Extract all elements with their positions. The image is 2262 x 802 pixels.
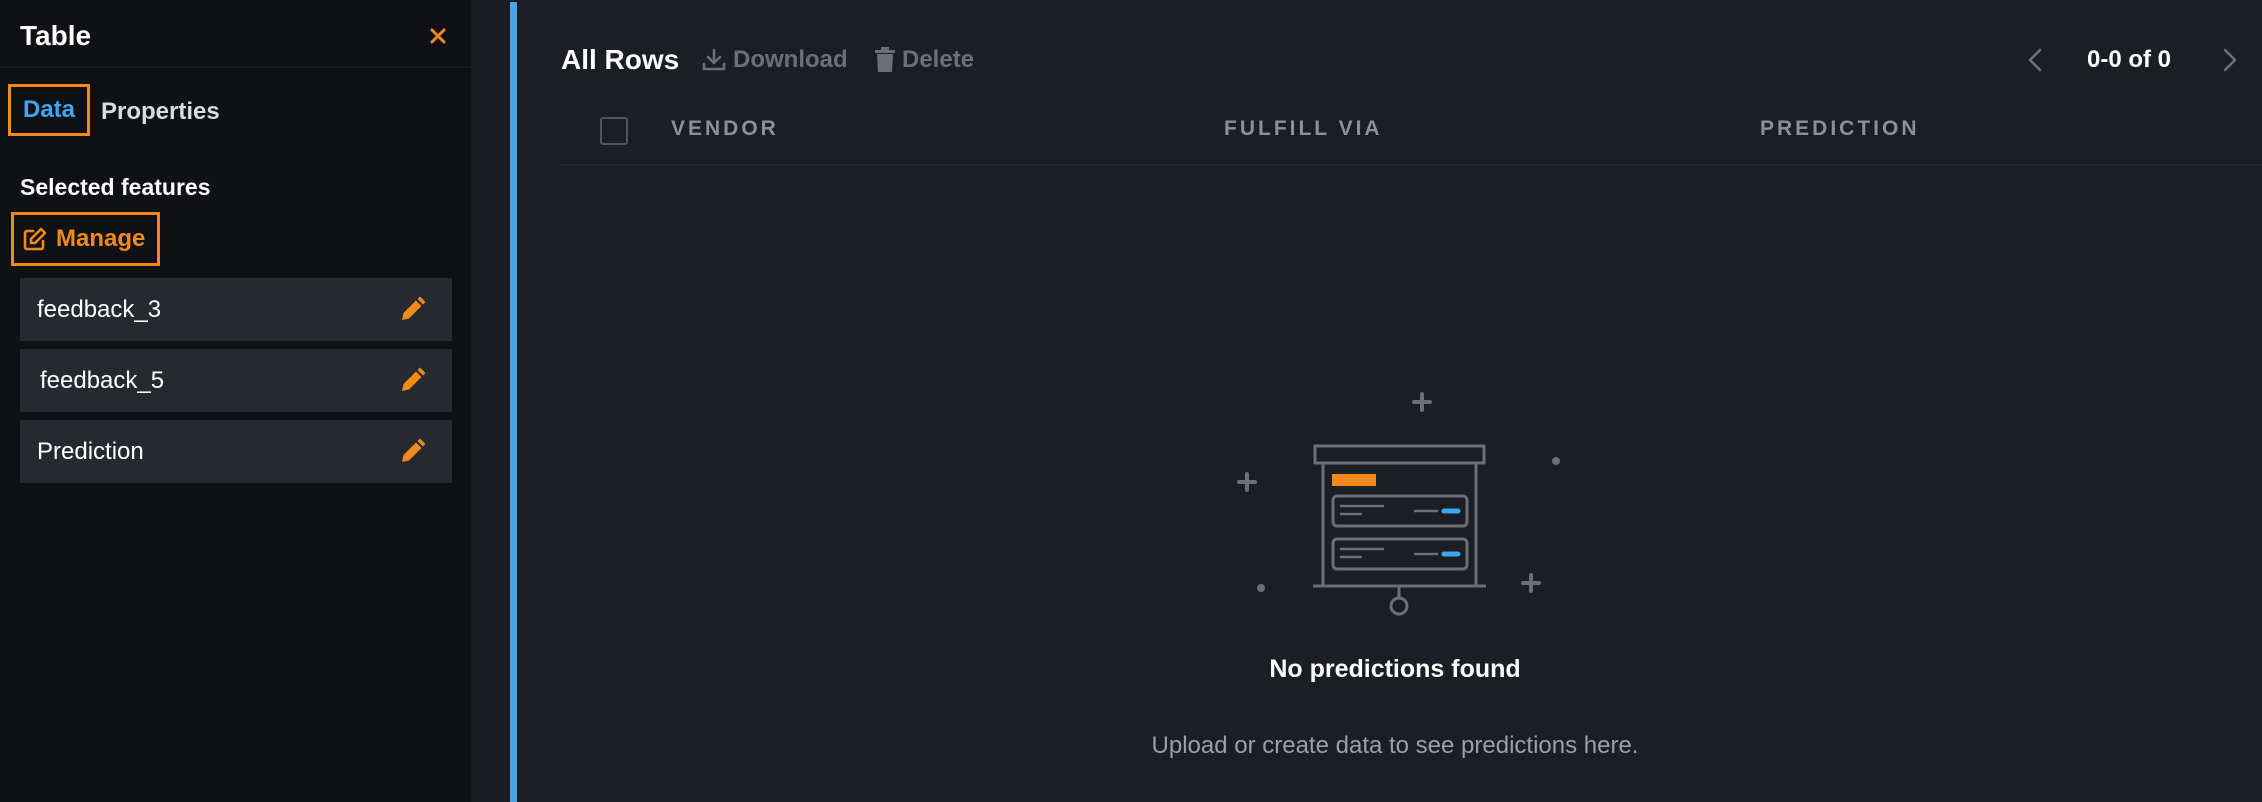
delete-label: Delete — [902, 46, 975, 73]
page-title: All Rows — [561, 44, 680, 75]
chevron-left-icon[interactable] — [2024, 46, 2048, 74]
sidebar-panel: Table Data Properties Selected features … — [0, 0, 473, 802]
download-label: Download — [733, 46, 848, 73]
chevron-right-icon[interactable] — [2217, 46, 2241, 74]
download-icon — [702, 48, 726, 71]
empty-state-subtitle: Upload or create data to see predictions… — [1151, 732, 1639, 759]
tab-properties[interactable]: Properties — [101, 98, 220, 126]
tab-data[interactable]: Data — [8, 84, 90, 136]
feature-item[interactable]: feedback_3 — [20, 278, 452, 341]
tab-data-label: Data — [22, 96, 76, 123]
column-header-prediction[interactable]: PREDICTION — [1760, 117, 1920, 141]
panel-gap — [473, 0, 510, 802]
edit-square-icon — [23, 227, 47, 251]
sidebar-header: Table — [0, 0, 471, 68]
pagination-status: 0-0 of 0 — [2087, 46, 2172, 73]
pencil-icon[interactable] — [397, 437, 427, 467]
pencil-icon[interactable] — [397, 366, 427, 396]
column-header-fulfill-via[interactable]: FULFILL VIA — [1224, 117, 1383, 141]
manage-label: Manage — [56, 225, 146, 252]
feature-item[interactable]: feedback_5 — [20, 349, 452, 412]
empty-predictions-illustration — [1237, 392, 1560, 616]
feature-label: Prediction — [37, 437, 144, 465]
trash-icon — [875, 47, 895, 72]
feature-label: feedback_3 — [37, 295, 162, 323]
column-header-vendor[interactable]: VENDOR — [671, 117, 779, 141]
selected-features-heading: Selected features — [20, 174, 211, 200]
delete-button[interactable]: Delete — [874, 46, 974, 74]
tab-properties-label: Properties — [101, 98, 220, 125]
close-icon[interactable] — [424, 22, 452, 50]
download-button[interactable]: Download — [701, 46, 848, 74]
pencil-icon[interactable] — [397, 295, 427, 325]
empty-state-title: No predictions found — [1269, 655, 1521, 683]
manage-button[interactable]: Manage — [11, 212, 160, 266]
feature-label: feedback_5 — [40, 366, 165, 394]
sidebar-title: Table — [20, 20, 92, 51]
table-header: VENDOR FULFILL VIA PREDICTION — [560, 104, 2262, 166]
feature-item[interactable]: Prediction — [20, 420, 452, 483]
select-all-checkbox[interactable] — [600, 117, 628, 145]
resize-handle[interactable] — [510, 2, 517, 802]
